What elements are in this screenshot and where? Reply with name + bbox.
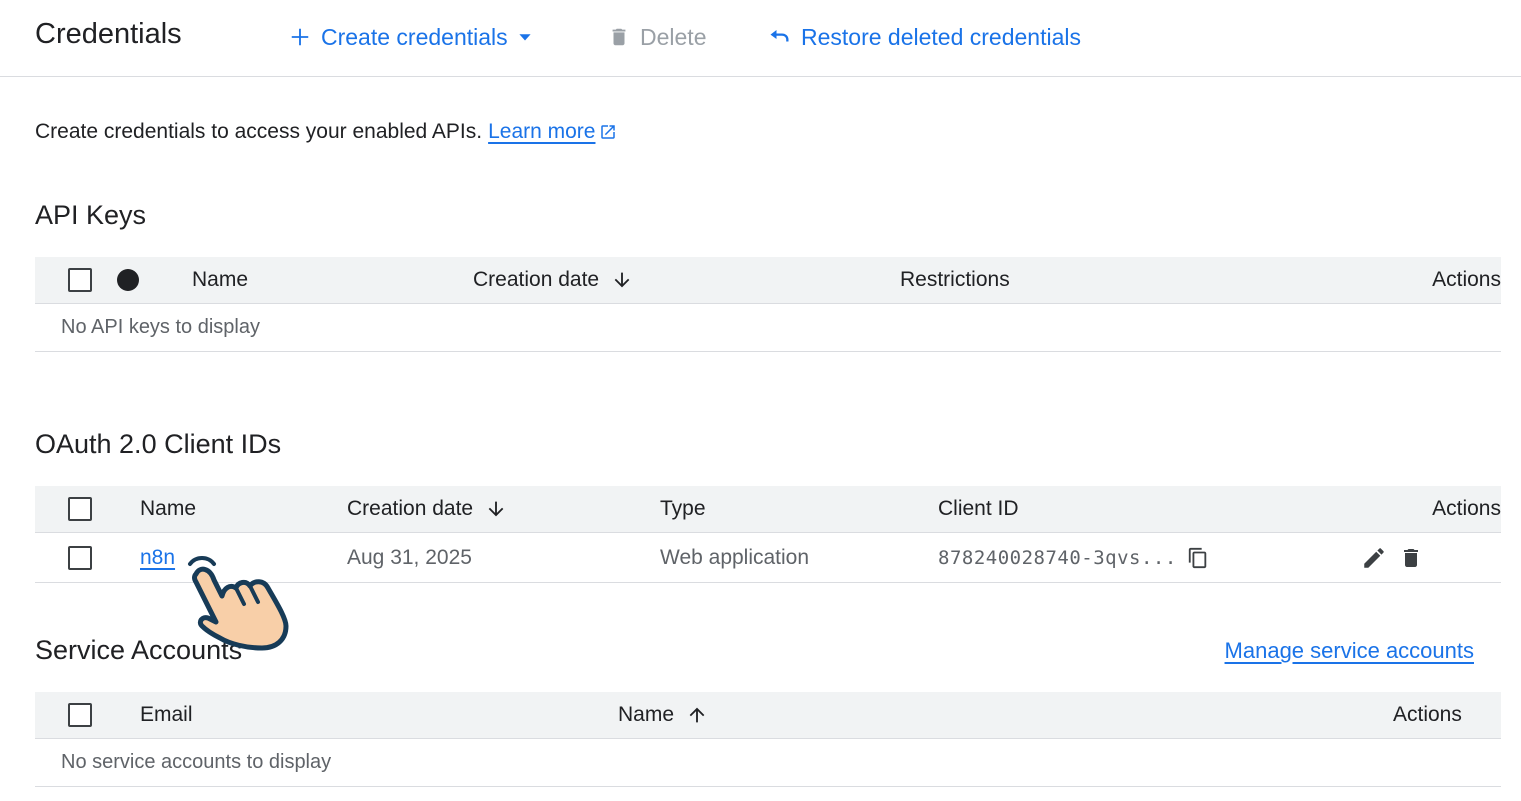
trash-icon	[612, 28, 626, 46]
copy-client-id-button[interactable]	[1187, 546, 1209, 570]
api-keys-title: API Keys	[35, 200, 147, 230]
oauth-col-actions: Actions	[1432, 497, 1501, 520]
oauth-select-all-checkbox[interactable]	[68, 497, 92, 521]
delete-label: Delete	[640, 23, 707, 50]
oauth-header-row: Name Creation date Type Client ID Action…	[35, 486, 1501, 533]
row-checkbox[interactable]	[68, 545, 92, 570]
learn-more-label: Learn more	[488, 120, 596, 143]
create-credentials-label: Create credentials	[321, 23, 508, 50]
plus-icon	[291, 28, 309, 46]
arrow-down-icon	[488, 501, 504, 517]
undo-icon	[770, 30, 789, 42]
service-accounts-col-email[interactable]: Email	[140, 692, 193, 738]
oauth-col-name[interactable]: Name	[140, 486, 196, 532]
service-accounts-col-name-label: Name	[618, 703, 675, 726]
trash-icon	[1404, 548, 1418, 567]
service-accounts-header-row: Email Name Actions	[35, 692, 1501, 739]
pointing-hand-icon	[188, 556, 289, 651]
learn-more-link[interactable]: Learn more	[488, 120, 617, 144]
page-title: Credentials	[35, 18, 182, 50]
create-credentials-button[interactable]: Create credentials	[289, 21, 532, 53]
service-accounts-empty-row: No service accounts to display	[35, 739, 1501, 787]
service-accounts-empty-message: No service accounts to display	[61, 751, 332, 773]
arrow-up-icon	[689, 707, 705, 723]
client-id-value: 878240028740-3qvs...	[938, 546, 1177, 569]
edit-client-button[interactable]	[1361, 545, 1387, 571]
pencil-icon	[1364, 547, 1384, 568]
intro-description: Create credentials to access your enable…	[35, 120, 483, 143]
delete-client-button[interactable]	[1399, 545, 1423, 571]
service-accounts-table: Email Name Actions No service accounts t…	[35, 692, 1501, 787]
api-keys-col-name[interactable]: Name	[192, 257, 248, 303]
arrow-down-icon	[614, 272, 630, 288]
oauth-col-creation-date-label: Creation date	[347, 497, 474, 520]
copy-icon	[1188, 547, 1207, 568]
delete-button[interactable]: Delete	[608, 21, 706, 53]
external-link-icon	[601, 125, 616, 139]
oauth-title: OAuth 2.0 Client IDs	[35, 429, 282, 459]
intro-text: Create credentials to access your enable…	[35, 120, 617, 144]
api-keys-table: Name Creation date Restrictions Actions …	[35, 257, 1501, 352]
oauth-col-type[interactable]: Type	[660, 486, 706, 532]
api-keys-col-creation-date[interactable]: Creation date	[473, 257, 633, 303]
service-accounts-col-actions: Actions	[1393, 703, 1462, 726]
service-accounts-col-name[interactable]: Name	[618, 692, 708, 738]
toolbar: Credentials Create credentials Delete Re…	[0, 0, 1521, 77]
api-keys-col-restrictions: Restrictions	[900, 268, 1010, 291]
manage-service-accounts-link[interactable]: Manage service accounts	[1225, 638, 1474, 664]
api-keys-empty-message: No API keys to display	[61, 316, 260, 338]
caret-down-icon	[519, 34, 531, 41]
api-keys-col-creation-date-label: Creation date	[473, 268, 600, 291]
oauth-col-creation-date[interactable]: Creation date	[347, 486, 507, 532]
service-accounts-select-all-checkbox[interactable]	[68, 703, 92, 727]
oauth-col-client-id: Client ID	[938, 497, 1019, 520]
status-dot-icon	[117, 269, 139, 291]
restore-label: Restore deleted credentials	[801, 23, 1081, 50]
client-name-link[interactable]: n8n	[140, 546, 175, 570]
restore-deleted-credentials-button[interactable]: Restore deleted credentials	[767, 21, 1081, 53]
api-keys-empty-row: No API keys to display	[35, 304, 1501, 352]
api-keys-header-row: Name Creation date Restrictions Actions	[35, 257, 1501, 304]
client-creation-date: Aug 31, 2025	[347, 545, 472, 569]
api-keys-col-actions: Actions	[1432, 268, 1501, 291]
client-type: Web application	[660, 545, 810, 569]
api-keys-select-all-checkbox[interactable]	[68, 268, 92, 292]
